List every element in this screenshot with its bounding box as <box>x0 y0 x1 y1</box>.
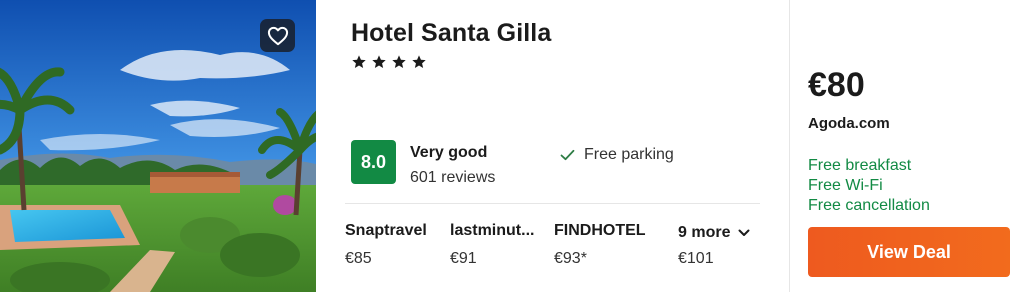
more-providers-button[interactable]: 9 more <box>678 224 750 242</box>
divider <box>345 203 760 204</box>
star-icon <box>412 55 426 68</box>
provider-price[interactable]: €85 <box>345 250 372 268</box>
deal-perk: Free breakfast <box>808 157 912 174</box>
deal-site: Agoda.com <box>808 115 890 132</box>
view-deal-button[interactable]: View Deal <box>808 227 1010 277</box>
more-providers-label: 9 more <box>678 224 731 241</box>
rating-score-badge: 8.0 <box>351 140 396 184</box>
provider-name[interactable]: FINDHOTEL <box>554 222 646 240</box>
heart-icon <box>267 26 288 45</box>
chevron-down-icon <box>738 229 750 236</box>
hotel-name[interactable]: Hotel Santa Gilla <box>351 19 551 48</box>
more-providers-price[interactable]: €101 <box>678 250 714 268</box>
favorite-button[interactable] <box>260 19 295 52</box>
review-count[interactable]: 601 reviews <box>410 169 495 187</box>
rating-label: Very good <box>410 144 488 161</box>
provider-price[interactable]: €91 <box>450 250 477 268</box>
amenity-label: Free parking <box>584 146 674 163</box>
hotel-result-card: Hotel Santa Gilla 8.0 Very good 601 revi… <box>0 0 1024 292</box>
checkmark-icon <box>560 149 575 161</box>
amenity-item: Free parking <box>560 146 674 164</box>
hotel-photo[interactable] <box>0 0 316 292</box>
deal-perk: Free cancellation <box>808 197 930 214</box>
star-icon <box>352 55 366 68</box>
provider-name[interactable]: lastminut... <box>450 222 534 240</box>
deal-perk: Free Wi-Fi <box>808 177 883 194</box>
star-rating <box>351 54 427 70</box>
provider-name[interactable]: Snaptravel <box>345 222 427 240</box>
deal-price[interactable]: €80 <box>808 66 865 105</box>
star-icon <box>372 55 386 68</box>
column-divider <box>789 0 790 292</box>
star-icon <box>392 55 406 68</box>
provider-price[interactable]: €93* <box>554 250 587 268</box>
